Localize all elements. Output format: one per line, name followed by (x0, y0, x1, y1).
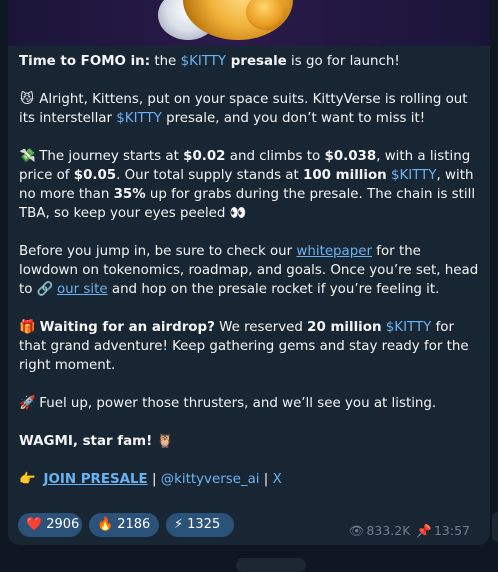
total-supply: 100 million (303, 168, 387, 183)
link-emoji-icon: 🔗 (36, 282, 54, 297)
pin-icon: 📌 (416, 523, 432, 538)
reaction-heart[interactable]: ❤️ 2906 (18, 513, 82, 537)
pointing-hand-emoji-icon: 👉 (19, 472, 36, 487)
text-span: We reserved (214, 320, 308, 335)
owl-emoji-icon: 🦉 (156, 434, 174, 449)
eyes-emoji-icon: 👀 (229, 206, 247, 221)
presale-bold: presale (226, 54, 287, 69)
join-presale-link[interactable]: JOIN PRESALE (44, 472, 148, 487)
text-span: Before you jump in, be sure to check our (19, 244, 297, 259)
price-start: $0.02 (183, 149, 226, 164)
reaction-fire[interactable]: 🔥 2186 (89, 513, 159, 537)
text-span: and climbs to (225, 149, 325, 164)
reaction-count: 1325 (187, 517, 221, 532)
message-text: Time to FOMO in: the $KITTY presale is g… (19, 52, 481, 489)
cat-face-emoji-icon: 😼 (20, 92, 34, 107)
post-image[interactable] (8, 0, 490, 46)
whitepaper-link[interactable]: whitepaper (296, 244, 372, 259)
gift-emoji-icon: 🎁 (19, 320, 36, 335)
text-span: Fuel up, power those thrusters, and we’l… (35, 396, 437, 411)
airdrop-bold: Waiting for an airdrop? (35, 320, 215, 335)
fire-icon: 🔥 (97, 517, 114, 532)
separator: | (147, 472, 161, 487)
text-span: . Our total supply stands at (116, 168, 304, 183)
price-end: $0.038 (324, 149, 377, 164)
paragraph-cta: 👉 JOIN PRESALE | @kittyverse_ai | X (19, 470, 481, 489)
x-link[interactable]: X (273, 472, 282, 487)
share-button[interactable] (492, 512, 498, 542)
airdrop-amount: 20 million (307, 320, 382, 335)
reaction-lightning[interactable]: ⚡ 1325 (166, 513, 234, 537)
ticker-hashtag[interactable]: $KITTY (181, 54, 227, 69)
ticker-hashtag[interactable]: $KITTY (386, 320, 432, 335)
heart-icon: ❤️ (26, 517, 43, 532)
message-time: 13:57 (433, 523, 470, 538)
price-listing: $0.05 (73, 168, 117, 183)
paragraph-links: Before you jump in, be sure to check our… (19, 242, 481, 299)
our-site-link[interactable]: our site (57, 282, 108, 297)
message-bubble: Time to FOMO in: the $KITTY presale is g… (8, 0, 490, 545)
paragraph-wagmi: WAGMI, star fam! 🦉 (19, 432, 481, 451)
eye-icon: 👁 (348, 523, 365, 538)
message-meta: 👁 833.2K 📌 13:57 (347, 523, 470, 539)
reaction-count: 2186 (117, 517, 151, 532)
reaction-count: 2906 (46, 517, 80, 532)
ticker-hashtag[interactable]: $KITTY (116, 111, 162, 126)
text-span: presale, and you don’t want to miss it! (161, 111, 426, 126)
handle-mention-link[interactable]: @kittyverse_ai (161, 472, 260, 487)
view-count: 833.2K (366, 523, 411, 538)
paragraph-fuel: 🚀 Fuel up, power those thrusters, and we… (19, 394, 481, 413)
paragraph-airdrop: 🎁 Waiting for an airdrop? We reserved 20… (19, 318, 481, 375)
paragraph-pricing: 💸 The journey starts at $0.02 and climbs… (19, 147, 481, 223)
paragraph-intro: Time to FOMO in: the $KITTY presale is g… (19, 52, 481, 71)
text-span: is go for launch! (286, 54, 400, 69)
rocket-emoji-icon: 🚀 (19, 396, 36, 411)
scroll-pill[interactable] (236, 558, 306, 572)
presale-percent: 35% (113, 187, 146, 202)
wagmi-bold: WAGMI, star fam! (19, 434, 153, 449)
lightning-icon: ⚡ (174, 517, 184, 532)
money-emoji-icon: 💸 (19, 149, 36, 164)
ticker-hashtag[interactable]: $KITTY (391, 168, 437, 183)
paragraph-kittens: 😼 Alright, Kittens, put on your space su… (19, 90, 481, 128)
separator: | (259, 472, 273, 487)
intro-bold: Time to FOMO in: (19, 54, 151, 69)
text-span: and hop on the presale rocket if you’re … (107, 282, 440, 297)
text-span: The journey starts at (35, 149, 184, 164)
text-span: the (150, 54, 181, 69)
